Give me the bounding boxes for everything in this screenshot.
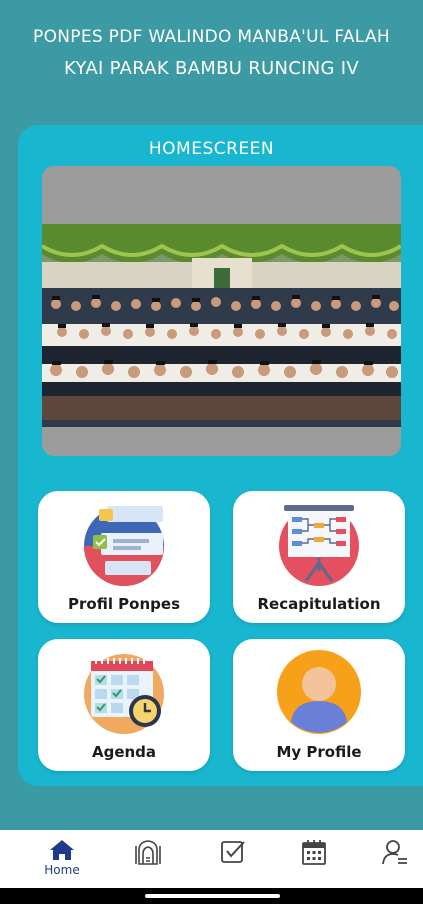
nav-home-label: Home xyxy=(44,863,80,877)
recapitulation-label: Recapitulation xyxy=(257,595,381,613)
bottom-navigation: Home xyxy=(0,830,423,888)
mosque-icon xyxy=(135,840,161,865)
homescreen-card: HOMESCREEN Profil Ponpes Recapitulation … xyxy=(18,125,423,786)
profil-ponpes-tile[interactable]: Profil Ponpes xyxy=(38,491,210,623)
agenda-label: Agenda xyxy=(91,743,157,761)
system-navigation-bar xyxy=(0,888,423,904)
header-title-line2: KYAI PARAK BAMBU RUNCING IV xyxy=(63,58,360,79)
my-profile-label: My Profile xyxy=(276,743,362,761)
checklist-document-icon xyxy=(81,501,167,587)
recapitulation-tile[interactable]: Recapitulation xyxy=(233,491,405,623)
nav-checklist[interactable] xyxy=(203,838,263,884)
nav-profile[interactable] xyxy=(365,838,423,884)
user-avatar-icon xyxy=(276,649,362,735)
agenda-tile[interactable]: Agenda xyxy=(38,639,210,771)
user-list-icon xyxy=(382,840,407,865)
home-icon xyxy=(50,840,74,860)
app-header: PONPES PDF WALINDO MANBA'UL FALAH KYAI P… xyxy=(0,0,423,120)
my-profile-tile[interactable]: My Profile xyxy=(233,639,405,771)
nav-home[interactable]: Home xyxy=(32,838,92,884)
nav-calendar[interactable] xyxy=(284,838,344,884)
photo-frame xyxy=(42,166,401,456)
calendar-icon xyxy=(302,840,326,865)
card-title: HOMESCREEN xyxy=(148,139,275,159)
profil-ponpes-label: Profil Ponpes xyxy=(68,595,180,613)
calendar-clock-icon xyxy=(81,649,167,735)
flowchart-presentation-icon xyxy=(276,501,362,587)
nav-mosque[interactable] xyxy=(118,838,178,884)
group-photo-image xyxy=(42,224,401,427)
home-indicator[interactable] xyxy=(145,894,280,898)
checkbox-icon xyxy=(221,841,245,863)
header-title-line1: PONPES PDF WALINDO MANBA'UL FALAH xyxy=(33,27,390,47)
